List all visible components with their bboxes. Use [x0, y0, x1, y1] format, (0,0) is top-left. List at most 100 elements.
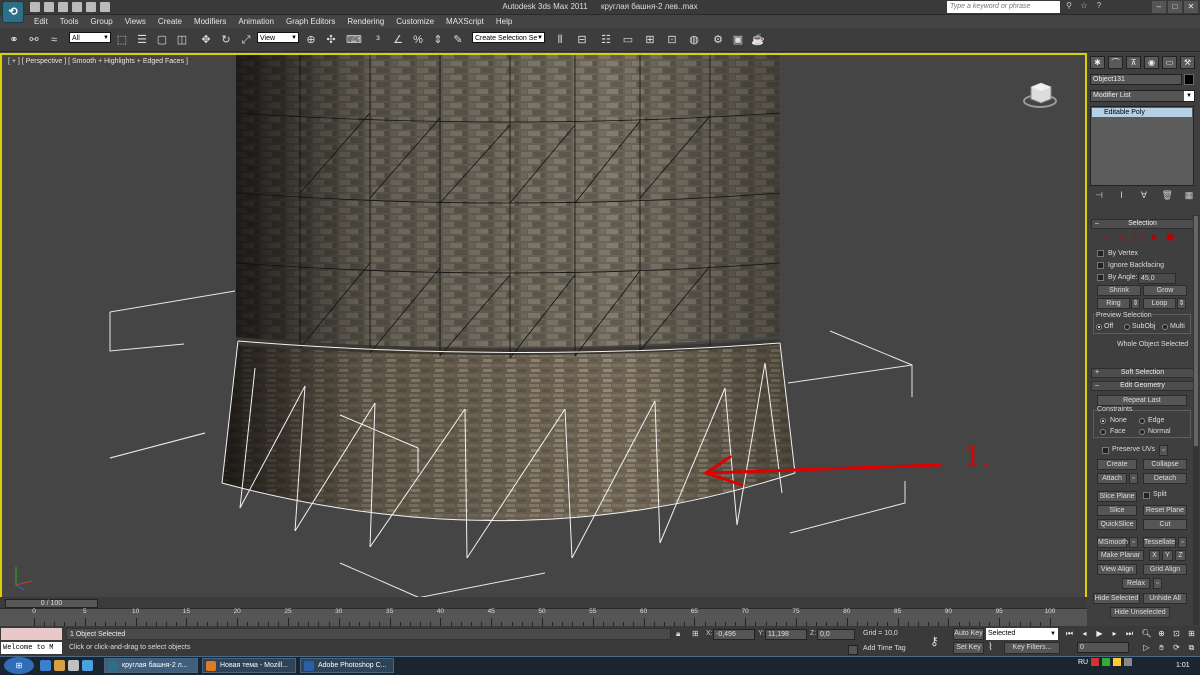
spinner-snap-icon[interactable]: ⇕	[430, 32, 446, 48]
shrink-button[interactable]: Shrink	[1097, 285, 1141, 296]
ring-button[interactable]: Ring	[1097, 298, 1130, 309]
grow-button[interactable]: Grow	[1143, 285, 1187, 296]
loop-spinner[interactable]: ⇕	[1177, 298, 1186, 309]
ignore-backfacing-checkbox[interactable]	[1097, 262, 1104, 269]
redo-icon[interactable]	[86, 2, 96, 12]
key-icon[interactable]: ⚷	[930, 634, 939, 648]
attach-button[interactable]: Attach	[1097, 473, 1127, 484]
render-setup-icon[interactable]: ⚙	[710, 32, 726, 48]
select-object-icon[interactable]: ⬚	[114, 32, 130, 48]
search-input[interactable]: Type a keyword or phrase	[947, 1, 1060, 13]
ie-quicklaunch-icon[interactable]	[82, 660, 93, 671]
command-panel-scroll-thumb[interactable]	[1194, 216, 1198, 446]
start-button[interactable]: ⊞	[4, 657, 34, 674]
menu-edit[interactable]: Edit	[28, 15, 54, 28]
selection-filter-dropdown[interactable]: All ▼	[69, 32, 111, 43]
angle-value-field[interactable]: 45,0	[1138, 273, 1176, 284]
menu-graph-editors[interactable]: Graph Editors	[280, 15, 341, 28]
cut-button[interactable]: Cut	[1143, 519, 1187, 530]
field-of-view-icon[interactable]: ▷	[1140, 642, 1153, 654]
modifier-stack[interactable]	[1090, 106, 1194, 186]
preserve-uvs-checkbox[interactable]	[1102, 447, 1109, 454]
set-key-icon[interactable]: ⌇	[988, 642, 1002, 654]
named-selection-dropdown[interactable]: Create Selection Se ▼	[472, 32, 545, 43]
task-photoshop[interactable]: Adobe Photoshop C...	[300, 658, 394, 673]
modifier-list-dropdown[interactable]: Modifier List ▼	[1090, 90, 1195, 102]
polygon-level-icon[interactable]: ■	[1149, 233, 1159, 242]
slice-plane-button[interactable]: Slice Plane	[1097, 491, 1137, 502]
quickslice-button[interactable]: QuickSlice	[1097, 519, 1137, 530]
viewport-label[interactable]: [ + ] [ Perspective ] [ Smooth + Highlig…	[8, 58, 188, 65]
preview-subobj-radio[interactable]	[1124, 324, 1130, 330]
clock[interactable]: 1:01	[1176, 662, 1190, 669]
hide-unselected-button[interactable]: Hide Unselected	[1110, 607, 1170, 618]
create-button[interactable]: Create	[1097, 459, 1137, 470]
scale-icon[interactable]: ⤢	[238, 32, 254, 48]
zoom-extents-all-icon[interactable]: ⊞	[1185, 628, 1198, 640]
menu-help[interactable]: Help	[490, 15, 518, 28]
zoom-all-icon[interactable]: ⊕	[1155, 628, 1168, 640]
maximize-viewport-icon[interactable]: ⧉	[1185, 642, 1198, 654]
display-tab-icon[interactable]: ▭	[1162, 56, 1177, 69]
x-coordinate-field[interactable]: -0,496	[713, 629, 755, 640]
absolute-mode-icon[interactable]: ⊞	[692, 629, 702, 639]
planar-z-button[interactable]: Z	[1175, 550, 1186, 561]
auto-key-button[interactable]: Auto Key	[953, 628, 984, 640]
set-key-button[interactable]: Set Key	[953, 642, 984, 654]
angle-snap-icon[interactable]: ∠	[390, 32, 406, 48]
make-unique-icon[interactable]: ∀	[1139, 190, 1149, 202]
ring-spinner[interactable]: ⇕	[1131, 298, 1140, 309]
lock-selection-icon[interactable]: 🔒︎	[676, 629, 686, 639]
menu-rendering[interactable]: Rendering	[341, 15, 390, 28]
rendered-frame-window-icon[interactable]: ▣	[730, 32, 746, 48]
show-end-result-icon[interactable]: Ⅰ	[1117, 190, 1127, 202]
border-level-icon[interactable]: ◯	[1133, 233, 1143, 242]
edge-level-icon[interactable]: ◁	[1117, 233, 1127, 242]
maxscript-output[interactable]: Welcome to M	[1, 642, 62, 654]
stack-item-editable-poly[interactable]: Editable Poly	[1092, 108, 1192, 117]
menu-group[interactable]: Group	[84, 15, 118, 28]
key-filters-button[interactable]: Key Filters...	[1004, 642, 1060, 654]
close-icon[interactable]: ✕	[1184, 1, 1198, 13]
hide-selected-button[interactable]: Hide Selected	[1093, 593, 1140, 604]
modify-tab-icon[interactable]: ⌒	[1108, 56, 1123, 69]
by-angle-checkbox[interactable]	[1097, 274, 1104, 281]
firefox-quicklaunch-icon[interactable]	[54, 660, 65, 671]
show-desktop-icon[interactable]	[40, 660, 51, 671]
percent-snap-icon[interactable]: %	[410, 32, 426, 48]
unlink-icon[interactable]: ⚯	[26, 32, 42, 48]
perspective-viewport[interactable]: [ + ] [ Perspective ] [ Smooth + Highlig…	[0, 53, 1087, 605]
new-file-icon[interactable]	[30, 2, 40, 12]
planar-y-button[interactable]: Y	[1162, 550, 1173, 561]
keyboard-shortcut-icon[interactable]: ⌨	[346, 32, 362, 48]
minimize-icon[interactable]: –	[1152, 1, 1166, 13]
hierarchy-tab-icon[interactable]: ⊼	[1126, 56, 1141, 69]
rotate-icon[interactable]: ↻	[218, 32, 234, 48]
menu-customize[interactable]: Customize	[390, 15, 440, 28]
material-editor-icon[interactable]: ◍	[686, 32, 702, 48]
curve-editor-icon[interactable]: ⊞	[642, 32, 658, 48]
help-icon[interactable]: ?	[1094, 1, 1104, 12]
next-frame-icon[interactable]: ▸	[1108, 628, 1121, 640]
relax-button[interactable]: Relax	[1122, 578, 1150, 589]
menu-create[interactable]: Create	[152, 15, 188, 28]
rectangular-selection-icon[interactable]: ▢	[154, 32, 170, 48]
bind-space-warp-icon[interactable]: ≈	[46, 32, 62, 48]
reference-coordinate-dropdown[interactable]: View ▼	[257, 32, 299, 43]
current-frame-field[interactable]: 0	[1077, 642, 1129, 653]
constraint-none-radio[interactable]	[1100, 418, 1106, 424]
preserve-uvs-settings[interactable]: ▫	[1159, 445, 1168, 456]
update-tray-icon[interactable]	[1113, 658, 1122, 666]
loop-button[interactable]: Loop	[1143, 298, 1176, 309]
pan-icon[interactable]: ✋︎	[1155, 642, 1168, 654]
motion-tab-icon[interactable]: ◉	[1144, 56, 1159, 69]
play-icon[interactable]: ▶	[1093, 628, 1106, 640]
pivot-center-icon[interactable]: ⊕	[303, 32, 319, 48]
by-vertex-checkbox[interactable]	[1097, 250, 1104, 257]
select-manipulate-icon[interactable]: ✣	[323, 32, 339, 48]
split-checkbox[interactable]	[1143, 492, 1150, 499]
msmooth-button[interactable]: MSmooth	[1097, 537, 1128, 548]
viewcube-icon[interactable]	[1023, 77, 1057, 111]
view-align-button[interactable]: View Align	[1097, 564, 1137, 575]
open-file-icon[interactable]	[44, 2, 54, 12]
